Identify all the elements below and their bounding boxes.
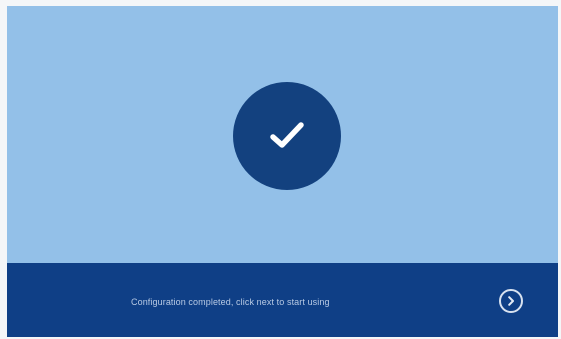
configuration-status-message: Configuration completed, click next to s… [131,297,330,307]
footer-bar: Configuration completed, click next to s… [7,263,558,337]
configuration-complete-screen: Configuration completed, click next to s… [7,6,558,337]
checkmark-icon [270,122,304,148]
success-badge [233,82,341,190]
chevron-right-circle-icon [508,296,514,306]
success-panel [7,6,558,263]
next-button[interactable] [499,289,523,313]
